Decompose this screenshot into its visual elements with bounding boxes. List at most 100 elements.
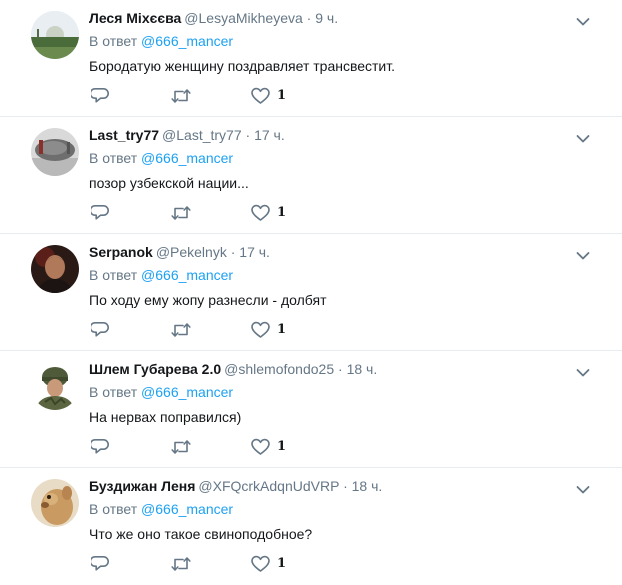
- reply-button[interactable]: [91, 203, 109, 223]
- chevron-down-icon[interactable]: [576, 365, 590, 377]
- tweet-text: Бородатую женщину поздравляет трансвести…: [89, 58, 396, 74]
- header-separator: ·: [343, 478, 348, 494]
- like-button[interactable]: 1: [251, 437, 286, 457]
- reply-icon: [91, 439, 109, 454]
- display-name[interactable]: Буздижан Леня: [89, 478, 195, 494]
- tweet-text: По ходу ему жопу разнесли - долбят: [89, 292, 327, 308]
- timestamp[interactable]: 17 ч.: [239, 244, 270, 260]
- tweet-content: Шлем Губарева 2.0 @shlemofondo25 · 18 ч. …: [89, 360, 610, 427]
- tweet-header: Шлем Губарева 2.0 @shlemofondo25 · 18 ч.: [89, 360, 610, 379]
- like-count: 1: [277, 88, 287, 103]
- username[interactable]: @LesyaMikheyeva: [184, 10, 303, 26]
- like-button[interactable]: 1: [251, 320, 286, 340]
- reply-prefix: В ответ: [89, 150, 138, 166]
- username[interactable]: @XFQcrkAdqnUdVRP: [198, 478, 339, 494]
- reply-button[interactable]: [91, 86, 109, 106]
- reply-mention-link[interactable]: @666_mancer: [141, 501, 233, 517]
- avatar[interactable]: [31, 245, 79, 293]
- header-separator: ·: [230, 244, 236, 260]
- like-count: 1: [277, 556, 287, 571]
- tweet-text: позор узбекской нации...: [89, 175, 249, 191]
- tweet-header: Last_try77 @Last_try77 · 17 ч.: [89, 126, 610, 145]
- tweet[interactable]: Буздижан Леня @XFQcrkAdqnUdVRP · 18 ч. В …: [0, 468, 622, 585]
- reply-mention-link[interactable]: @666_mancer: [141, 267, 233, 283]
- portrait-avatar: [31, 245, 79, 293]
- tweet-actions: 1: [91, 554, 351, 574]
- display-name[interactable]: Serpanok: [89, 244, 153, 260]
- avatar[interactable]: [31, 362, 79, 410]
- tweet-content: Serpanok @Pekelnyk · 17 ч. В ответ @666_m…: [89, 243, 610, 310]
- reply-button[interactable]: [91, 437, 109, 457]
- timestamp[interactable]: 17 ч.: [254, 127, 285, 143]
- reply-prefix: В ответ: [89, 384, 138, 400]
- reply-context: В ответ @666_mancer: [89, 383, 610, 402]
- retweet-icon: [171, 557, 191, 571]
- chevron-down-icon[interactable]: [576, 482, 590, 494]
- like-count: 1: [277, 322, 287, 337]
- tweet[interactable]: Serpanok @Pekelnyk · 17 ч. В ответ @666_m…: [0, 234, 622, 351]
- like-button[interactable]: 1: [251, 554, 286, 574]
- timestamp[interactable]: 18 ч.: [347, 361, 378, 377]
- reply-icon: [91, 205, 109, 220]
- display-name[interactable]: Леся Міхєєва: [89, 10, 181, 26]
- timestamp[interactable]: 9 ч.: [315, 10, 338, 26]
- reply-icon: [91, 322, 109, 337]
- username[interactable]: @Last_try77: [162, 127, 242, 143]
- tweet-content: Леся Міхєєва @LesyaMikheyeva · 9 ч. В отв…: [89, 9, 610, 76]
- retweet-icon: [171, 89, 191, 103]
- reply-icon: [91, 88, 109, 103]
- timestamp[interactable]: 18 ч.: [352, 478, 383, 494]
- tweet[interactable]: Last_try77 @Last_try77 · 17 ч. В ответ @6…: [0, 117, 622, 234]
- like-button[interactable]: 1: [251, 203, 286, 223]
- tweet[interactable]: Шлем Губарева 2.0 @shlemofondo25 · 18 ч. …: [0, 351, 622, 468]
- header-separator: ·: [306, 10, 312, 26]
- reply-context: В ответ @666_mancer: [89, 32, 610, 51]
- chevron-down-icon[interactable]: [576, 248, 590, 260]
- retweet-button[interactable]: [171, 203, 191, 223]
- like-icon: [251, 438, 270, 455]
- retweet-button[interactable]: [171, 320, 191, 340]
- reply-mention-link[interactable]: @666_mancer: [141, 150, 233, 166]
- display-name[interactable]: Last_try77: [89, 127, 159, 143]
- header-separator: ·: [245, 127, 251, 143]
- reply-prefix: В ответ: [89, 33, 138, 49]
- tweet[interactable]: Леся Міхєєва @LesyaMikheyeva · 9 ч. В отв…: [0, 0, 622, 117]
- reply-feed: Леся Міхєєва @LesyaMikheyeva · 9 ч. В отв…: [0, 0, 622, 585]
- tweet-actions: 1: [91, 86, 351, 106]
- tweet-header: Буздижан Леня @XFQcrkAdqnUdVRP · 18 ч.: [89, 477, 610, 496]
- tweet-content: Last_try77 @Last_try77 · 17 ч. В ответ @6…: [89, 126, 610, 193]
- retweet-button[interactable]: [171, 437, 191, 457]
- avatar[interactable]: [31, 11, 79, 59]
- tweet-actions: 1: [91, 437, 351, 457]
- header-separator: ·: [338, 361, 343, 377]
- chevron-down-icon[interactable]: [576, 14, 590, 26]
- like-count: 1: [277, 439, 287, 454]
- soldier-avatar: [31, 362, 79, 410]
- like-icon: [251, 321, 270, 338]
- reply-icon: [91, 556, 109, 571]
- monument-avatar: [31, 128, 79, 176]
- username[interactable]: @Pekelnyk: [156, 244, 227, 260]
- chevron-down-icon[interactable]: [576, 131, 590, 143]
- reply-button[interactable]: [91, 554, 109, 574]
- avatar[interactable]: [31, 128, 79, 176]
- tweet-actions: 1: [91, 203, 351, 223]
- reply-button[interactable]: [91, 320, 109, 340]
- reply-mention-link[interactable]: @666_mancer: [141, 33, 233, 49]
- reply-prefix: В ответ: [89, 501, 138, 517]
- like-button[interactable]: 1: [251, 86, 286, 106]
- retweet-button[interactable]: [171, 554, 191, 574]
- retweet-icon: [171, 206, 191, 220]
- reply-prefix: В ответ: [89, 267, 138, 283]
- reply-context: В ответ @666_mancer: [89, 500, 610, 519]
- retweet-icon: [171, 323, 191, 337]
- tweet-header: Леся Міхєєва @LesyaMikheyeva · 9 ч.: [89, 9, 610, 28]
- username[interactable]: @shlemofondo25: [224, 361, 334, 377]
- reply-mention-link[interactable]: @666_mancer: [141, 384, 233, 400]
- tweet-text: Что же оно такое свиноподобное?: [89, 526, 313, 542]
- reply-context: В ответ @666_mancer: [89, 149, 610, 168]
- avatar[interactable]: [31, 479, 79, 527]
- display-name[interactable]: Шлем Губарева 2.0: [89, 361, 221, 377]
- retweet-button[interactable]: [171, 86, 191, 106]
- like-icon: [251, 87, 270, 104]
